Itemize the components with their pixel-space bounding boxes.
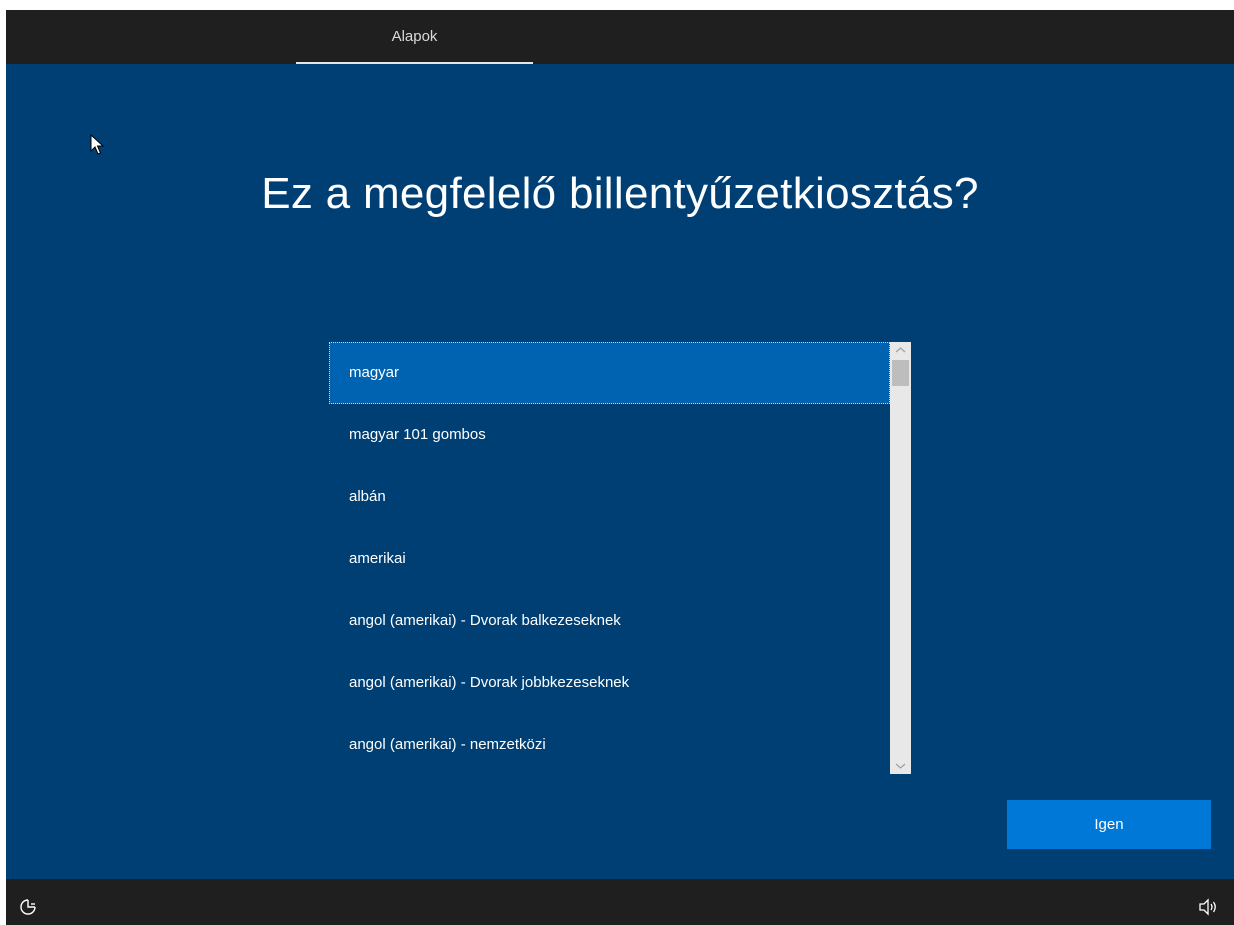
list-item[interactable]: angol (amerikai) - Dvorak balkezeseknek — [329, 590, 890, 652]
page-title: Ez a megfelelő billentyűzetkiosztás? — [261, 169, 979, 218]
tab-label: Alapok — [391, 28, 438, 45]
accessibility-icon[interactable] — [18, 897, 38, 917]
keyboard-layout-list[interactable]: magyar magyar 101 gombos albán amerikai … — [329, 342, 911, 774]
list-item[interactable]: albán — [329, 466, 890, 528]
scroll-up-chevron-icon[interactable] — [890, 342, 911, 359]
oobe-screen: Alapok Ez a megfelelő billentyűzetkioszt… — [6, 10, 1234, 925]
volume-icon[interactable] — [1198, 897, 1218, 917]
list-item[interactable]: amerikai — [329, 528, 890, 590]
bottom-bar — [6, 879, 1234, 925]
igen-button[interactable]: Igen — [1007, 800, 1211, 849]
list-item[interactable]: angol (amerikai) - Dvorak jobbkezeseknek — [329, 652, 890, 714]
list-item[interactable]: magyar 101 gombos — [329, 404, 890, 466]
tab-alapok[interactable]: Alapok — [296, 10, 533, 64]
scroll-thumb[interactable] — [892, 360, 909, 386]
top-bar: Alapok — [6, 10, 1234, 64]
mouse-pointer-icon — [90, 134, 104, 155]
main-panel: Ez a megfelelő billentyűzetkiosztás? mag… — [6, 64, 1234, 879]
list-item-selected[interactable]: magyar — [329, 342, 890, 404]
list-scrollbar[interactable] — [890, 342, 911, 774]
scroll-down-chevron-icon[interactable] — [890, 757, 911, 774]
list-items: magyar magyar 101 gombos albán amerikai … — [329, 342, 890, 774]
list-item[interactable]: angol (amerikai) - nemzetközi — [329, 714, 890, 774]
